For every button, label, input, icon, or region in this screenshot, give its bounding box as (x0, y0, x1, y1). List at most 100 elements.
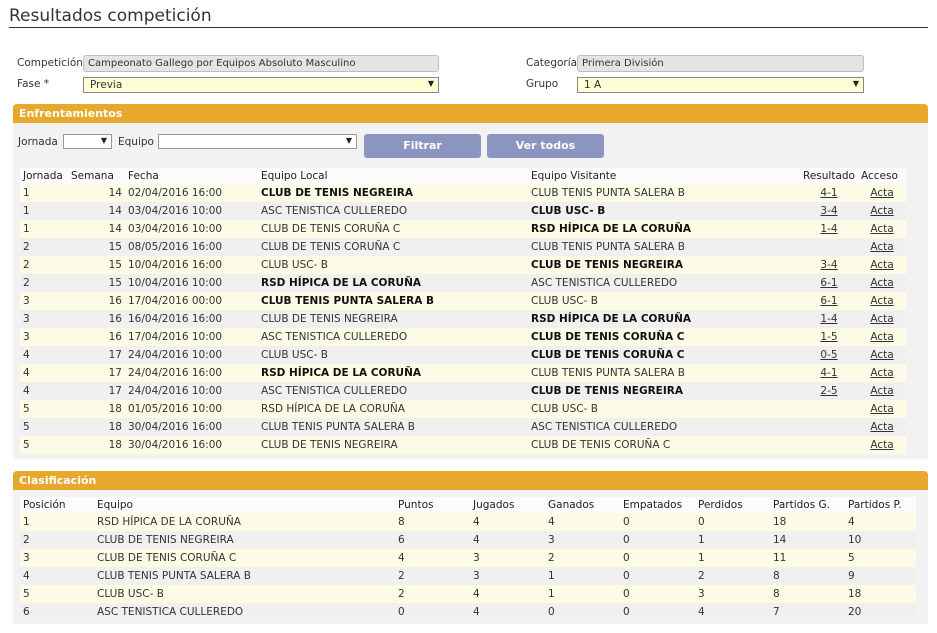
col-semana: Semana (68, 168, 125, 184)
standing-perdidos: 0 (695, 513, 770, 531)
match-acta-cell: Acta (858, 292, 906, 310)
match-jornada-cell: 5 (20, 400, 68, 418)
match-equipo-local-cell: CLUB DE TENIS CORUÑA C (258, 220, 528, 238)
match-semana-cell: 17 (68, 346, 125, 364)
match-acta-link[interactable]: Acta (870, 367, 893, 379)
match-resultado-cell (800, 238, 858, 256)
match-resultado-cell: 0-5 (800, 346, 858, 364)
match-equipo-local-cell: CLUB DE TENIS CORUÑA C (258, 238, 528, 256)
match-equipo-local-cell: ASC TENISTICA CULLEREDO (258, 382, 528, 400)
match-equipo-visitante-cell: CLUB DE TENIS NEGREIRA (528, 256, 800, 274)
standing-ganados: 4 (545, 513, 620, 531)
match-semana-cell: 14 (68, 202, 125, 220)
match-acta-link[interactable]: Acta (870, 259, 893, 271)
match-acta-link[interactable]: Acta (870, 403, 893, 415)
match-equipo-visitante-cell: CLUB USC- B (528, 202, 800, 220)
jornada-select[interactable]: ▼ (63, 134, 112, 149)
match-resultado-link[interactable]: 4-1 (820, 187, 837, 199)
match-resultado-link[interactable]: 1-4 (820, 223, 837, 235)
match-acta-link[interactable]: Acta (870, 385, 893, 397)
match-equipo-local-cell: CLUB DE TENIS NEGREIRA (258, 436, 528, 454)
match-resultado-link[interactable]: 3-4 (820, 205, 837, 217)
ver-todos-button[interactable]: Ver todos (487, 134, 604, 158)
standing-equipo: CLUB USC- B (94, 585, 395, 603)
standing-partidos-p: 10 (845, 531, 916, 549)
match-equipo-visitante-cell: CLUB USC- B (528, 292, 800, 310)
match-row: 2 15 08/05/2016 16:00 CLUB DE TENIS CORUÑA … (20, 238, 906, 256)
equipo-select[interactable]: ▼ (158, 134, 357, 149)
title-divider (9, 27, 928, 28)
col-perdidos: Perdidos (695, 497, 770, 513)
standing-equipo: ASC TENISTICA CULLEREDO (94, 603, 395, 621)
col-empatados: Empatados (620, 497, 695, 513)
match-acta-link[interactable]: Acta (870, 349, 893, 361)
match-row: 1 14 03/04/2016 10:00 ASC TENISTICA CULLERE… (20, 202, 906, 220)
standing-puntos: 0 (395, 603, 470, 621)
match-jornada-cell: 3 (20, 310, 68, 328)
match-acta-link[interactable]: Acta (870, 277, 893, 289)
fase-select[interactable]: Previa ▼ (83, 77, 439, 93)
match-acta-link[interactable]: Acta (870, 223, 893, 235)
matches-header-row: Jornada Semana Fecha Equipo Local Equipo… (20, 168, 906, 184)
standing-empatados: 0 (620, 585, 695, 603)
standing-perdidos: 1 (695, 531, 770, 549)
match-equipo-visitante-cell: CLUB TENIS PUNTA SALERA B (528, 364, 800, 382)
match-equipo-visitante-cell: CLUB DE TENIS CORUÑA C (528, 328, 800, 346)
match-resultado-link[interactable]: 4-1 (820, 367, 837, 379)
match-fecha-cell: 02/04/2016 16:00 (125, 184, 258, 202)
match-acta-link[interactable]: Acta (870, 205, 893, 217)
match-semana-cell: 15 (68, 238, 125, 256)
standing-jugados: 4 (470, 585, 545, 603)
match-acta-cell: Acta (858, 238, 906, 256)
standing-puntos: 2 (395, 567, 470, 585)
match-resultado-cell: 1-4 (800, 310, 858, 328)
match-acta-cell: Acta (858, 274, 906, 292)
match-resultado-link[interactable]: 1-5 (820, 331, 837, 343)
match-fecha-cell: 30/04/2016 16:00 (125, 436, 258, 454)
match-resultado-cell (800, 400, 858, 418)
standing-puntos: 4 (395, 549, 470, 567)
match-acta-link[interactable]: Acta (870, 331, 893, 343)
standing-partidos-p: 9 (845, 567, 916, 585)
match-acta-link[interactable]: Acta (870, 241, 893, 253)
standing-posicion: 5 (20, 585, 94, 603)
filtrar-button[interactable]: Filtrar (364, 134, 481, 158)
matches-table: Jornada Semana Fecha Equipo Local Equipo… (20, 168, 906, 454)
standing-partidos-g: 18 (770, 513, 845, 531)
match-fecha-cell: 24/04/2016 10:00 (125, 346, 258, 364)
match-resultado-link[interactable]: 2-5 (820, 385, 837, 397)
match-acta-link[interactable]: Acta (870, 295, 893, 307)
match-resultado-link[interactable]: 3-4 (820, 259, 837, 271)
match-acta-link[interactable]: Acta (870, 187, 893, 199)
match-resultado-link[interactable]: 6-1 (820, 295, 837, 307)
match-jornada-cell: 4 (20, 364, 68, 382)
match-acta-link[interactable]: Acta (870, 439, 893, 451)
match-acta-link[interactable]: Acta (870, 313, 893, 325)
col-equipo-local: Equipo Local (258, 168, 528, 184)
grupo-select[interactable]: 1 A ▼ (577, 77, 864, 93)
match-equipo-local-cell: CLUB USC- B (258, 256, 528, 274)
match-semana-cell: 18 (68, 400, 125, 418)
match-row: 1 14 03/04/2016 10:00 CLUB DE TENIS CORUÑA … (20, 220, 906, 238)
match-row: 3 16 16/04/2016 16:00 CLUB DE TENIS NEGREIR… (20, 310, 906, 328)
match-acta-link[interactable]: Acta (870, 421, 893, 433)
match-jornada-cell: 5 (20, 418, 68, 436)
match-resultado-link[interactable]: 6-1 (820, 277, 837, 289)
match-fecha-cell: 01/05/2016 10:00 (125, 400, 258, 418)
enfrentamientos-header: Enfrentamientos (13, 104, 928, 123)
chevron-down-icon: ▼ (852, 79, 859, 88)
match-fecha-cell: 10/04/2016 10:00 (125, 274, 258, 292)
match-resultado-cell: 2-5 (800, 382, 858, 400)
match-semana-cell: 17 (68, 382, 125, 400)
chevron-down-icon: ▼ (345, 136, 352, 145)
match-semana-cell: 17 (68, 364, 125, 382)
standing-partidos-p: 18 (845, 585, 916, 603)
match-resultado-cell: 3-4 (800, 256, 858, 274)
match-resultado-link[interactable]: 0-5 (820, 349, 837, 361)
match-resultado-link[interactable]: 1-4 (820, 313, 837, 325)
grupo-label: Grupo (526, 78, 559, 90)
match-equipo-local-cell: CLUB DE TENIS NEGREIRA (258, 184, 528, 202)
competicion-field: Campeonato Gallego por Equipos Absoluto … (83, 55, 439, 72)
match-equipo-visitante-cell: RSD HÍPICA DE LA CORUÑA (528, 220, 800, 238)
match-fecha-cell: 30/04/2016 16:00 (125, 418, 258, 436)
